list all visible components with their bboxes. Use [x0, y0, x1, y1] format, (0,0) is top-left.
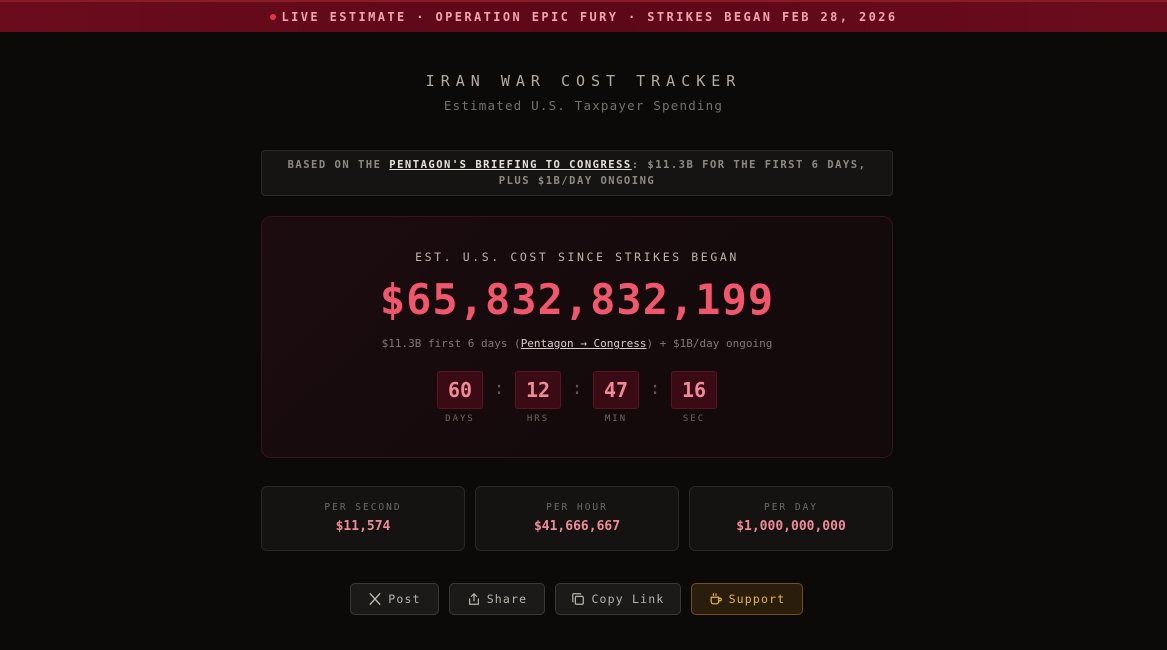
stat-value: $41,666,667 — [533, 519, 621, 534]
source-prefix: BASED ON THE — [287, 159, 390, 171]
timer-days-value: 60 — [437, 371, 483, 409]
timer-days-label: DAYS — [445, 414, 475, 424]
cost-note-prefix: $11.3B first 6 days ( — [381, 337, 521, 350]
timer-seconds-value: 16 — [671, 371, 717, 409]
cost-card: EST. U.S. COST SINCE STRIKES BEGAN $65,8… — [261, 216, 893, 458]
live-dot-icon — [269, 14, 276, 20]
page-title: IRAN WAR COST TRACKER — [425, 72, 742, 90]
stat-label: PER HOUR — [546, 502, 608, 513]
cost-note-suffix: ) + $1B/day ongoing — [646, 337, 773, 350]
stat-value: $1,000,000,000 — [736, 519, 846, 534]
page-subtitle: Estimated U.S. Taxpayer Spending — [443, 98, 724, 113]
coffee-icon — [710, 593, 722, 605]
post-button[interactable]: Post — [350, 583, 439, 615]
stat-label: PER DAY — [763, 502, 819, 513]
timer-minutes-value: 47 — [593, 371, 639, 409]
stat-label: PER SECOND — [324, 502, 402, 513]
post-button-label: Post — [388, 592, 421, 606]
copy-link-button-label: Copy Link — [591, 592, 665, 606]
stat-per-day: PER DAY $1,000,000,000 — [689, 486, 893, 551]
timer-seconds: 16 SEC — [671, 371, 717, 424]
stat-per-second: PER SECOND $11,574 — [261, 486, 465, 551]
stat-value: $11,574 — [335, 519, 391, 534]
copy-icon — [572, 593, 585, 605]
x-logo-icon — [369, 593, 381, 605]
timer-minutes-label: MIN — [604, 414, 628, 424]
timer-hours-label: HRS — [526, 414, 550, 424]
support-button-label: Support — [728, 592, 786, 606]
support-button[interactable]: Support — [691, 583, 803, 615]
elapsed-timer: 60 DAYS : 12 HRS : 47 MIN : 16 SEC — [262, 371, 892, 424]
cost-amount: $65,832,832,199 — [379, 275, 775, 324]
cost-note: $11.3B first 6 days (Pentagon → Congress… — [262, 337, 892, 350]
timer-hours-value: 12 — [515, 371, 561, 409]
timer-separator: : — [571, 378, 583, 399]
timer-days: 60 DAYS — [437, 371, 483, 424]
banner-text: LIVE ESTIMATE · OPERATION EPIC FURY · ST… — [281, 10, 898, 24]
share-button-label: Share — [486, 592, 528, 606]
copy-link-button[interactable]: Copy Link — [555, 583, 681, 615]
stat-per-hour: PER HOUR $41,666,667 — [475, 486, 679, 551]
cost-label: EST. U.S. COST SINCE STRIKES BEGAN — [415, 250, 739, 264]
share-icon — [468, 593, 479, 605]
timer-separator: : — [493, 378, 505, 399]
source-notice: BASED ON THE PENTAGON'S BRIEFING TO CONG… — [261, 150, 893, 196]
share-button[interactable]: Share — [449, 583, 545, 615]
pentagon-congress-link[interactable]: Pentagon → Congress — [521, 337, 647, 350]
live-banner: LIVE ESTIMATE · OPERATION EPIC FURY · ST… — [0, 0, 1167, 32]
pentagon-briefing-link[interactable]: PENTAGON'S BRIEFING TO CONGRESS — [389, 159, 631, 171]
timer-separator: : — [649, 378, 661, 399]
timer-seconds-label: SEC — [682, 414, 706, 424]
timer-minutes: 47 MIN — [593, 371, 639, 424]
timer-hours: 12 HRS — [515, 371, 561, 424]
